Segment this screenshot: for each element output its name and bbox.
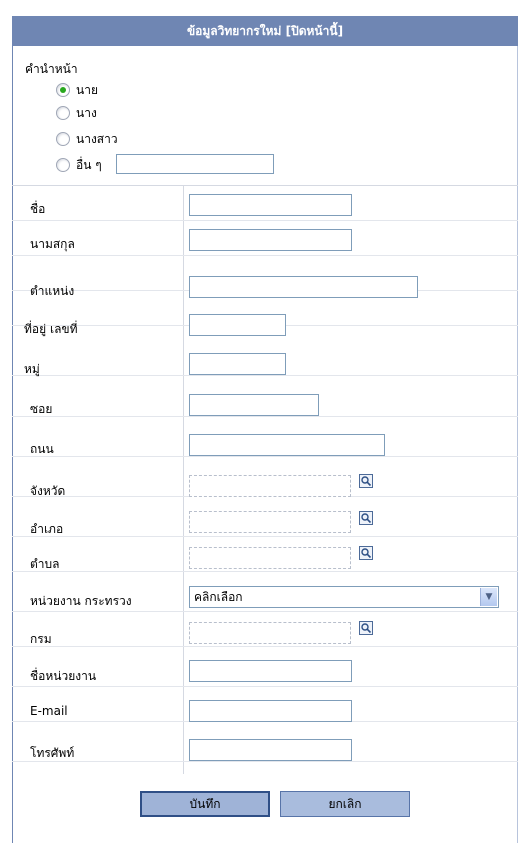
soi-input[interactable] <box>189 394 319 416</box>
subdistrict-field[interactable] <box>189 547 351 569</box>
ministry-selected-value: คลิกเลือก <box>194 590 243 604</box>
last-name-input[interactable] <box>189 229 352 251</box>
radio-button[interactable] <box>56 106 70 120</box>
radio-miss[interactable]: นางสาว <box>56 130 118 148</box>
form-title[interactable]: ข้อมูลวิทยากรใหม่ [ปิดหน้านี้] <box>187 22 343 41</box>
first-name-input[interactable] <box>189 194 352 216</box>
email-label: E-mail <box>30 704 68 718</box>
province-field[interactable] <box>189 475 351 497</box>
department-label: กรม <box>30 632 52 646</box>
save-button[interactable]: บันทึก <box>140 791 270 817</box>
agency-name-input[interactable] <box>189 660 352 682</box>
magnifier-icon[interactable] <box>359 546 373 560</box>
house-no-input[interactable] <box>189 314 286 336</box>
email-input[interactable] <box>189 700 352 722</box>
moo-input[interactable] <box>189 353 286 375</box>
ministry-select[interactable]: คลิกเลือก ▼ <box>189 586 499 608</box>
road-input[interactable] <box>189 434 385 456</box>
agency-name-label: ชื่อหน่วยงาน <box>30 669 97 683</box>
last-name-label: นามสกุล <box>30 237 75 251</box>
radio-label: นาย <box>76 82 98 97</box>
radio-label: อื่น ๆ <box>76 157 102 172</box>
magnifier-icon[interactable] <box>359 621 373 635</box>
chevron-down-icon[interactable]: ▼ <box>480 588 497 606</box>
province-label: จังหวัด <box>30 484 66 498</box>
radio-label: นางสาว <box>76 131 118 146</box>
radio-mrs[interactable]: นาง <box>56 104 97 122</box>
department-field[interactable] <box>189 622 351 644</box>
road-label: ถนน <box>30 442 54 456</box>
radio-button[interactable] <box>56 158 70 172</box>
ministry-label: หน่วยงาน กระทรวง <box>30 594 132 608</box>
soi-label: ซอย <box>30 402 53 416</box>
phone-label: โทรศัพท์ <box>30 746 75 760</box>
other-title-input[interactable] <box>116 154 274 174</box>
radio-other[interactable]: อื่น ๆ <box>56 156 102 174</box>
first-name-label: ชื่อ <box>30 202 46 216</box>
title-prefix-label: คำนำหน้า <box>25 62 78 76</box>
house-no-label: ที่อยู่ เลขที่ <box>24 322 78 336</box>
subdistrict-label: ตำบล <box>30 557 60 571</box>
radio-label: นาง <box>76 105 97 120</box>
moo-label: หมู่ <box>24 362 40 376</box>
magnifier-icon[interactable] <box>359 511 373 525</box>
cancel-button[interactable]: ยกเลิก <box>280 791 410 817</box>
radio-mr[interactable]: นาย <box>56 81 98 99</box>
radio-button[interactable] <box>56 132 70 146</box>
magnifier-icon[interactable] <box>359 474 373 488</box>
radio-button-selected[interactable] <box>56 83 70 97</box>
phone-input[interactable] <box>189 739 352 761</box>
district-field[interactable] <box>189 511 351 533</box>
form-header[interactable]: ข้อมูลวิทยากรใหม่ [ปิดหน้านี้] <box>12 16 518 46</box>
